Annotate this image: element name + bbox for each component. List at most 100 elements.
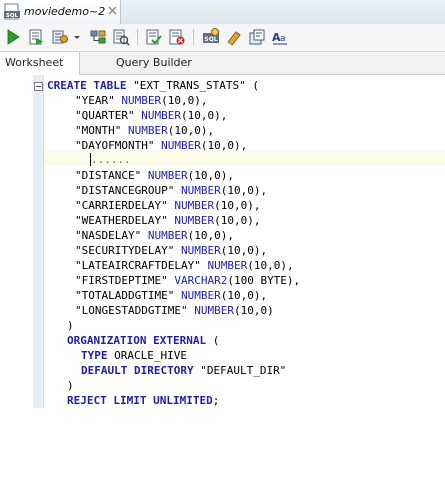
case-toggle-icon[interactable]: Aa xyxy=(271,28,289,46)
run-script-icon[interactable] xyxy=(27,28,45,46)
svg-text:SQL: SQL xyxy=(204,36,217,43)
sql-text: "DEFAULT_DIR" xyxy=(193,364,287,377)
sql-editor[interactable]: CREATE TABLE "EXT_TRANS_STATS" ( "YEAR" … xyxy=(0,75,445,486)
column-type: NUMBER xyxy=(180,184,221,197)
column-args: (10,0), xyxy=(161,94,208,107)
column-name: "LATEAIRCRAFTDELAY" xyxy=(75,259,201,272)
column-definition: "SECURITYDELAY" NUMBER(10,0), xyxy=(75,243,267,258)
column-name: "TOTALADDGTIME" xyxy=(75,289,175,302)
column-definition: "FIRSTDEPTIME" VARCHAR2(100 BYTE), xyxy=(75,273,300,288)
commit-icon[interactable] xyxy=(145,28,163,46)
column-name: "CARRIERDELAY" xyxy=(75,199,168,212)
tab-query-builder[interactable]: Query Builder xyxy=(86,52,206,74)
code-line: REJECT LIMIT UNLIMITED; xyxy=(67,393,219,408)
column-name: "DISTANCEGROUP" xyxy=(75,184,175,197)
autotrace-icon[interactable] xyxy=(51,28,69,46)
column-name: "FIRSTDEPTIME" xyxy=(75,274,168,287)
column-name: "DISTANCE" xyxy=(75,169,142,182)
worksheet-toolbar: SQL Aa xyxy=(0,24,445,52)
sql-tuning-icon[interactable] xyxy=(112,28,130,46)
column-definition: "CARRIERDELAY" NUMBER(10,0), xyxy=(75,198,260,213)
column-name: "QUARTER" xyxy=(75,109,135,122)
rollback-icon[interactable] xyxy=(168,28,186,46)
format-icon[interactable] xyxy=(248,28,266,46)
text-caret xyxy=(90,153,91,166)
tab-worksheet[interactable]: Worksheet xyxy=(0,52,80,75)
column-args: (100 BYTE), xyxy=(227,274,301,287)
column-definition: "QUARTER" NUMBER(10,0), xyxy=(75,108,227,123)
column-args: (10,0), xyxy=(180,109,228,122)
column-args: (10,0), xyxy=(214,214,261,227)
chevron-down-icon[interactable] xyxy=(72,28,82,46)
worksheet-subtabs: Worksheet Query Builder xyxy=(0,52,445,75)
toolbar-separator xyxy=(137,29,138,45)
column-name: "WEATHERDELAY" xyxy=(75,214,168,227)
sql-keyword: ORGANIZATION EXTERNAL xyxy=(67,334,207,347)
sql-text: ORACLE_HIVE xyxy=(107,349,187,362)
column-definition: "TOTALADDGTIME" NUMBER(10,0), xyxy=(75,288,267,303)
column-args: (10,0), xyxy=(220,244,268,257)
column-type: NUMBER xyxy=(161,139,201,152)
column-definition: "LONGESTADDGTIME" NUMBER(10,0) xyxy=(75,303,274,318)
toolbar-separator xyxy=(193,29,194,45)
column-type: NUMBER xyxy=(121,94,162,107)
column-name: "DAYOFMONTH" xyxy=(75,139,155,152)
close-tab-icon[interactable] xyxy=(108,5,117,15)
collapse-fold-icon[interactable] xyxy=(34,82,43,91)
column-type: NUMBER xyxy=(147,229,188,242)
column-args: (10,0), xyxy=(187,229,234,242)
column-type: NUMBER xyxy=(174,199,215,212)
column-type: NUMBER xyxy=(194,304,234,317)
column-args: (10,0), xyxy=(220,184,268,197)
column-type: VARCHAR2 xyxy=(174,274,228,287)
edit-placeholder-dots: ...... xyxy=(91,153,131,166)
svg-text:a: a xyxy=(280,34,286,44)
code-line: CREATE TABLE "EXT_TRANS_STATS" ( xyxy=(47,78,259,93)
column-type: NUMBER xyxy=(180,244,221,257)
worksheet-tab-label: moviedemo~2 xyxy=(24,5,106,18)
closing-paren: ) xyxy=(67,319,74,332)
code-line: DEFAULT DIRECTORY "DEFAULT_DIR" xyxy=(81,363,286,378)
column-name: "LONGESTADDGTIME" xyxy=(75,304,188,317)
column-name: "YEAR" xyxy=(75,94,115,107)
column-type: NUMBER xyxy=(147,169,188,182)
explain-plan-icon[interactable] xyxy=(89,28,107,46)
column-args: (10,0), xyxy=(200,139,248,152)
svg-text:SQL: SQL xyxy=(6,13,19,19)
column-definition: "DISTANCEGROUP" NUMBER(10,0), xyxy=(75,183,267,198)
sql-text: "EXT_TRANS_STATS" ( xyxy=(126,79,259,92)
column-args: (10,0), xyxy=(167,124,215,137)
column-definition: "WEATHERDELAY" NUMBER(10,0), xyxy=(75,213,260,228)
code-line: TYPE ORACLE_HIVE xyxy=(81,348,187,363)
column-args: (10,0), xyxy=(247,259,294,272)
column-definition: "NASDELAY" NUMBER(10,0), xyxy=(75,228,234,243)
column-definition: "MONTH" NUMBER(10,0), xyxy=(75,123,214,138)
column-definition: "YEAR" NUMBER(10,0), xyxy=(75,93,207,108)
sql-text: ; xyxy=(212,394,220,407)
clear-icon[interactable] xyxy=(225,28,243,46)
sql-text: ( xyxy=(206,334,220,347)
worksheet-tab[interactable]: SQL moviedemo~2 xyxy=(0,0,121,24)
column-definition: "DAYOFMONTH" NUMBER(10,0), xyxy=(75,138,247,153)
column-args: (10,0) xyxy=(233,304,274,317)
column-type: NUMBER xyxy=(174,214,215,227)
column-name: "SECURITYDELAY" xyxy=(75,244,175,257)
sql-keyword: CREATE TABLE xyxy=(47,79,127,92)
column-type: NUMBER xyxy=(141,109,181,122)
column-definition: "DISTANCE" NUMBER(10,0), xyxy=(75,168,234,183)
editor-gutter xyxy=(33,75,44,408)
run-statement-icon[interactable] xyxy=(4,28,22,46)
column-args: (10,0), xyxy=(214,199,261,212)
column-name: "MONTH" xyxy=(75,124,122,137)
sql-keyword: DEFAULT DIRECTORY xyxy=(81,364,194,377)
sql-keyword: TYPE xyxy=(81,349,108,362)
editor-tab-strip: SQL moviedemo~2 xyxy=(0,0,445,25)
sql-history-icon[interactable]: SQL xyxy=(202,28,220,46)
code-line: ORGANIZATION EXTERNAL ( xyxy=(67,333,219,348)
column-args: (10,0), xyxy=(220,289,268,302)
closing-paren: ) xyxy=(67,379,74,392)
column-type: NUMBER xyxy=(207,259,248,272)
sql-keyword: REJECT LIMIT UNLIMITED xyxy=(67,394,213,407)
column-type: NUMBER xyxy=(127,124,168,137)
column-name: "NASDELAY" xyxy=(75,229,142,242)
